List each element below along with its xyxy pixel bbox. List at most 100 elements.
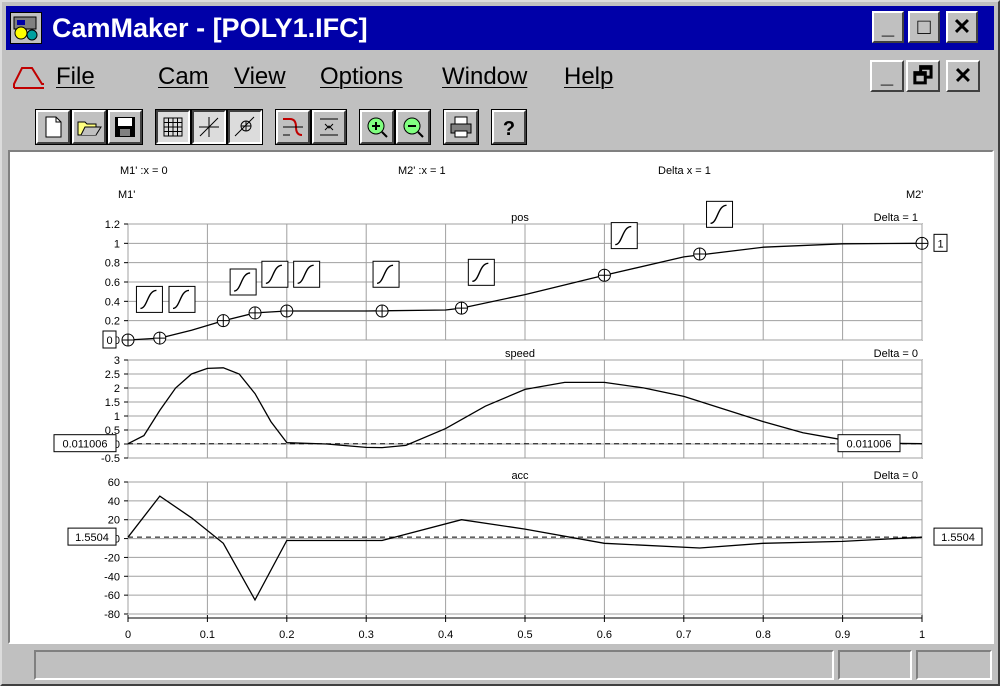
acc-y-tick-label: 60 bbox=[108, 477, 120, 489]
speed-right-value: 0.011006 bbox=[846, 439, 891, 451]
cursor-tool-button[interactable] bbox=[191, 109, 227, 145]
segment-law-icon bbox=[610, 222, 638, 250]
grid-icon bbox=[163, 117, 183, 137]
x-tick-label: 0.8 bbox=[756, 629, 771, 641]
mdi-close-button[interactable]: ✕ bbox=[946, 60, 980, 92]
cammaker-app-icon[interactable] bbox=[10, 12, 42, 44]
speed-y-tick-label: 1.5 bbox=[105, 397, 120, 409]
pos-y-tick-label: 0.8 bbox=[105, 258, 120, 270]
delta-x-label: Delta x = 1 bbox=[658, 165, 711, 177]
menu-window[interactable]: Window bbox=[442, 63, 527, 91]
menu-file[interactable]: File bbox=[56, 63, 95, 91]
app-window: CamMaker - [POLY1.IFC] _ □ ✕ File Cam Vi… bbox=[0, 0, 1000, 686]
menu-view[interactable]: View bbox=[234, 63, 286, 91]
segment-law-icon bbox=[229, 268, 257, 296]
menu-cam[interactable]: Cam bbox=[158, 63, 209, 91]
status-bar bbox=[8, 648, 994, 684]
menu-help[interactable]: Help bbox=[564, 63, 613, 91]
x-tick-label: 0.4 bbox=[438, 629, 453, 641]
minimize-button[interactable]: _ bbox=[872, 11, 904, 43]
window-title: CamMaker - [POLY1.IFC] bbox=[52, 13, 368, 43]
grid-toggle-button[interactable] bbox=[155, 109, 191, 145]
segment-law-icon bbox=[706, 200, 734, 228]
x-tick-label: 0.2 bbox=[279, 629, 294, 641]
m2-x-label: M2' :x = 1 bbox=[398, 165, 446, 177]
speed-panel-title: speed bbox=[505, 348, 535, 360]
menu-bar: File Cam View Options Window Help _ 🗗 ✕ bbox=[6, 54, 994, 98]
svg-text:?: ? bbox=[503, 118, 515, 140]
mdi-restore-button[interactable]: 🗗 bbox=[906, 60, 940, 92]
acc-y-tick-label: -60 bbox=[104, 590, 120, 602]
acc-y-tick-label: -20 bbox=[104, 552, 120, 564]
save-button[interactable] bbox=[107, 109, 143, 145]
toolbar: ? bbox=[6, 102, 994, 150]
pos-y-tick-label: 0.2 bbox=[105, 316, 120, 328]
pos-right-value: 1 bbox=[937, 238, 943, 250]
acc-panel-title: acc bbox=[511, 470, 529, 482]
acc-left-value: 1.5504 bbox=[75, 532, 109, 544]
pos-delta-label: Delta = 1 bbox=[874, 212, 918, 224]
segment-law-icon bbox=[168, 285, 196, 313]
help-button[interactable]: ? bbox=[491, 109, 527, 145]
acc-y-tick-label: 20 bbox=[108, 515, 120, 527]
close-button[interactable]: ✕ bbox=[946, 11, 978, 43]
segment-law-icon bbox=[261, 260, 289, 288]
new-file-icon bbox=[45, 116, 62, 138]
segment-law-icon bbox=[372, 260, 400, 288]
m2-marker-label: M2' bbox=[906, 189, 923, 201]
open-folder-icon bbox=[77, 121, 102, 136]
acc-right-value: 1.5504 bbox=[941, 532, 975, 544]
add-point-icon bbox=[234, 116, 255, 137]
chart-area[interactable]: M1' :x = 0 M2' :x = 1 Delta x = 1 M1' M2… bbox=[8, 150, 994, 644]
segment-law-icon bbox=[467, 258, 495, 286]
speed-y-tick-label: 2 bbox=[114, 383, 120, 395]
save-disk-icon bbox=[115, 117, 135, 137]
speed-y-tick-label: 1 bbox=[114, 411, 120, 423]
zoom-out-button[interactable] bbox=[395, 109, 431, 145]
acc-y-tick-label: -80 bbox=[104, 609, 120, 621]
x-tick-label: 0.5 bbox=[517, 629, 532, 641]
x-tick-label: 0 bbox=[125, 629, 131, 641]
zoom-in-button[interactable] bbox=[359, 109, 395, 145]
menu-options[interactable]: Options bbox=[320, 63, 403, 91]
pos-y-tick-label: 1.2 bbox=[105, 219, 120, 231]
speed-y-tick-label: 2.5 bbox=[105, 369, 120, 381]
print-icon bbox=[450, 116, 472, 138]
pos-y-tick-label: 0.4 bbox=[105, 296, 120, 308]
m1-x-label: M1' :x = 0 bbox=[120, 165, 168, 177]
fit-icon bbox=[320, 118, 338, 136]
cam-profile-icon[interactable] bbox=[12, 62, 46, 90]
pos-left-value: 0 bbox=[106, 335, 112, 347]
cam-chart[interactable]: M1' :x = 0 M2' :x = 1 Delta x = 1 M1' M2… bbox=[10, 152, 992, 642]
status-pane-main bbox=[34, 650, 834, 680]
x-tick-label: 0.9 bbox=[835, 629, 850, 641]
acc-y-tick-label: 40 bbox=[108, 496, 120, 508]
cam-curve-button[interactable] bbox=[275, 109, 311, 145]
acc-y-tick-label: -40 bbox=[104, 571, 120, 583]
fit-button[interactable] bbox=[311, 109, 347, 145]
status-pane-2 bbox=[838, 650, 912, 680]
x-tick-label: 0.3 bbox=[359, 629, 374, 641]
status-pane-3 bbox=[916, 650, 992, 680]
print-button[interactable] bbox=[443, 109, 479, 145]
maximize-button[interactable]: □ bbox=[908, 11, 940, 43]
speed-left-value: 0.011006 bbox=[62, 439, 107, 451]
open-folder-button[interactable] bbox=[71, 109, 107, 145]
mdi-minimize-button[interactable]: _ bbox=[870, 60, 904, 92]
x-tick-label: 0.1 bbox=[200, 629, 215, 641]
x-tick-label: 0.7 bbox=[676, 629, 691, 641]
cam-curve-icon bbox=[283, 118, 303, 136]
zoom-out-icon bbox=[403, 117, 424, 138]
new-file-button[interactable] bbox=[35, 109, 71, 145]
speed-y-tick-label: -0.5 bbox=[101, 453, 120, 465]
pos-y-tick-label: 1 bbox=[114, 238, 120, 250]
cursor-crosshair-icon bbox=[199, 117, 219, 137]
pos-panel-title: pos bbox=[511, 212, 529, 224]
pos-y-tick-label: 0.6 bbox=[105, 277, 120, 289]
m1-marker-label: M1' bbox=[118, 189, 135, 201]
add-point-button[interactable] bbox=[227, 109, 263, 145]
zoom-in-icon bbox=[367, 117, 388, 138]
title-bar[interactable]: CamMaker - [POLY1.IFC] _ □ ✕ bbox=[6, 6, 994, 50]
x-tick-label: 1 bbox=[919, 629, 925, 641]
speed-y-tick-label: 3 bbox=[114, 355, 120, 367]
